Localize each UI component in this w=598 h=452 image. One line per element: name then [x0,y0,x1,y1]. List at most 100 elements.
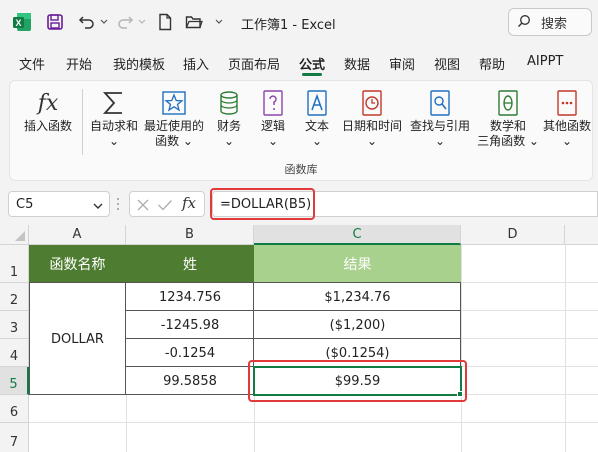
header-cell-value[interactable]: 姓 [126,245,254,283]
quick-access-dropdown-icon[interactable] [212,11,226,33]
svg-text:X: X [15,18,21,28]
ribbon: fx 插入函数 自动求和 ⌄ 最近使用的 函数 ⌄ 财务 ⌄ 逻辑 ⌄ 文本 ⌄… [9,80,593,181]
spreadsheet-grid: A B C D 1 2 3 4 5 6 7 函数名称 姓 结果 DOLLAR 1… [0,225,598,452]
fx-icon: fx [33,87,63,119]
cell-c2[interactable]: $1,234.76 [254,283,461,311]
tab-my-templates[interactable]: 我的模板 [113,54,165,73]
tab-formulas[interactable]: 公式 [299,54,325,73]
cell-b4[interactable]: -0.1254 [126,339,254,367]
menu-bar: 文件 开始 我的模板 插入 页面布局 公式 数据 审阅 视图 帮助 AIPPT [0,48,598,76]
row-header-3[interactable]: 3 [0,311,29,339]
column-header-c[interactable]: C [254,225,461,245]
autosum-button[interactable]: 自动求和 ⌄ [86,87,142,149]
ribbon-separator [82,89,83,155]
gridline [461,282,598,283]
recently-used-dropdown[interactable]: 函数 ⌄ [155,134,193,149]
insert-function-button[interactable]: fx 插入函数 [20,87,76,134]
question-icon [261,87,285,119]
math-trig-dropdown[interactable]: 三角函数 ⌄ [477,134,539,149]
redo-dropdown-icon[interactable] [136,11,148,33]
text-button[interactable]: 文本 ⌄ [298,87,336,149]
undo-dropdown-icon[interactable] [98,11,110,33]
select-all-corner[interactable] [0,225,29,245]
row-header-1[interactable]: 1 [0,245,29,283]
gridline [565,245,566,452]
tab-home[interactable]: 开始 [66,54,92,73]
cell-b5[interactable]: 99.5858 [126,367,254,395]
row-header-4[interactable]: 4 [0,339,29,367]
tab-view[interactable]: 视图 [434,54,460,73]
row-header-5[interactable]: 5 [0,367,29,395]
new-file-icon[interactable] [155,11,175,33]
more-functions-dropdown[interactable]: ⌄ [562,134,572,149]
lookup-reference-button[interactable]: 查找与引用 ⌄ [408,87,472,149]
name-box-value: C5 [16,196,34,212]
text-dropdown[interactable]: ⌄ [312,134,322,149]
fx-insert-button[interactable]: fx [182,194,196,212]
cell-b2[interactable]: 1234.756 [126,283,254,311]
more-functions-label: 其他函数 [542,119,591,133]
financial-dropdown[interactable]: ⌄ [224,134,234,149]
autosum-dropdown[interactable]: ⌄ [109,134,119,149]
tab-page-layout[interactable]: 页面布局 [228,54,280,73]
column-header-a[interactable]: A [29,225,126,245]
table-border [126,310,461,311]
merged-function-cell[interactable]: DOLLAR [29,283,126,395]
more-functions-button[interactable]: 其他函数 ⌄ [540,87,594,149]
cell-c3[interactable]: ($1,200) [254,311,461,339]
chevron-down-icon[interactable] [93,199,103,214]
name-box[interactable]: C5 [8,191,110,217]
open-folder-icon[interactable] [183,11,205,33]
gridline [254,394,255,452]
logical-dropdown[interactable]: ⌄ [268,134,278,149]
row-header-2[interactable]: 2 [0,283,29,311]
enter-check-icon[interactable] [157,198,173,215]
column-header-b[interactable]: B [126,225,254,245]
table-border [125,283,126,395]
redo-icon[interactable] [114,11,136,33]
financial-button[interactable]: 财务 ⌄ [210,87,248,149]
active-tab-indicator [302,73,322,76]
gridline [461,245,462,452]
gridline [461,310,598,311]
date-time-dropdown[interactable]: ⌄ [367,134,377,149]
formula-bar-dots-icon [116,197,120,214]
recently-used-button[interactable]: 最近使用的 函数 ⌄ [142,87,206,149]
recently-used-label: 最近使用的 [143,119,204,133]
header-cell-function-name[interactable]: 函数名称 [29,245,126,283]
date-time-button[interactable]: 日期和时间 ⌄ [340,87,404,149]
gridline [461,366,598,367]
row-header-7[interactable]: 7 [0,423,29,452]
sigma-icon [101,87,127,119]
gridline [461,338,598,339]
tab-data[interactable]: 数据 [344,54,370,73]
coins-icon [217,87,241,119]
lookup-reference-dropdown[interactable]: ⌄ [435,134,445,149]
tab-review[interactable]: 审阅 [389,54,415,73]
svg-text:fx: fx [36,91,59,116]
cell-b3[interactable]: -1245.98 [126,311,254,339]
insert-function-label: 插入函数 [23,119,72,133]
save-icon[interactable] [44,11,66,33]
tab-file[interactable]: 文件 [19,54,45,73]
undo-icon[interactable] [76,11,98,33]
cancel-icon[interactable] [136,198,150,215]
tab-help[interactable]: 帮助 [479,54,505,73]
text-label: 文本 [304,119,329,133]
math-trig-button[interactable]: 数学和 三角函数 ⌄ [476,87,540,149]
search-input[interactable]: 搜索 [508,8,592,36]
tab-aippt[interactable]: AIPPT [527,54,563,69]
formula-bar: C5 fx =DOLLAR(B5) [0,188,598,220]
title-bar: X 工作簿1 - Excel 搜索 [0,0,598,44]
column-header-d[interactable]: D [461,225,565,245]
column-header-e[interactable] [565,225,598,245]
tab-insert[interactable]: 插入 [183,54,209,73]
header-cell-result[interactable]: 结果 [254,245,461,283]
table-border [126,338,461,339]
table-border [29,283,30,395]
formula-highlight-box [210,188,315,220]
search-label: 搜索 [541,16,568,32]
logical-button[interactable]: 逻辑 ⌄ [254,87,292,149]
gridline [126,394,127,452]
row-header-6[interactable]: 6 [0,395,29,423]
